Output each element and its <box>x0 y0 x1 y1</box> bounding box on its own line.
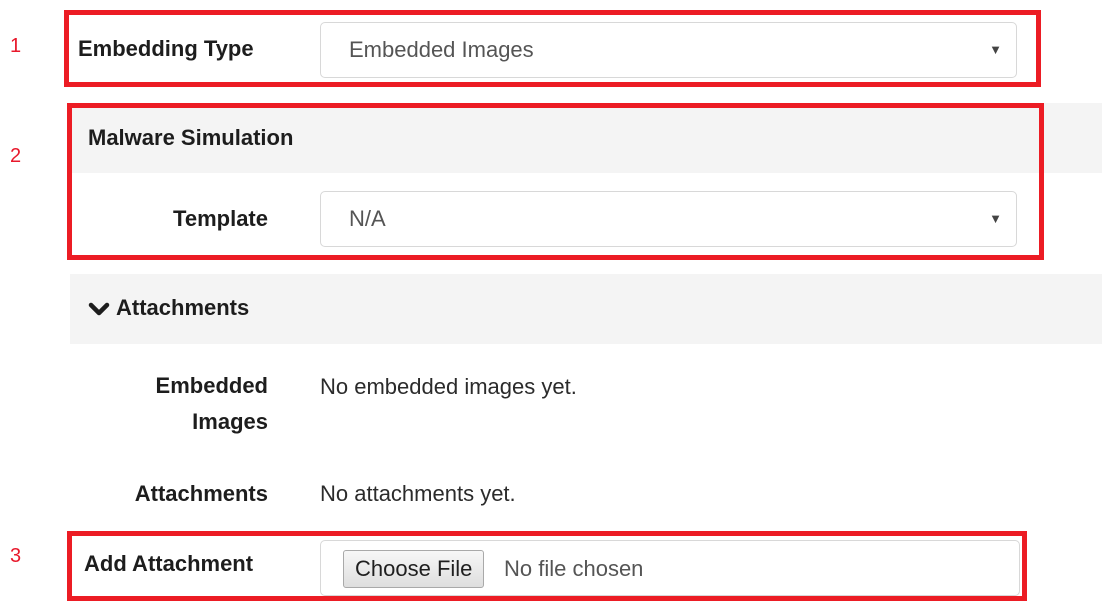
highlight-box-3 <box>67 531 1027 601</box>
highlight-box-2 <box>67 103 1044 260</box>
attachments-toggle[interactable]: Attachments <box>88 293 249 323</box>
step-marker-3: 3 <box>10 545 22 567</box>
attachments-value: No attachments yet. <box>320 481 516 506</box>
highlight-box-1 <box>64 10 1041 87</box>
attachments-label: Attachments <box>134 481 268 506</box>
step-marker-1: 1 <box>10 35 22 57</box>
chevron-down-icon <box>88 302 110 316</box>
email-template-form: 1 2 3 Embedding Type Embedded Images ▼ M… <box>0 0 1102 601</box>
embedded-images-label-line2: Images <box>192 409 268 434</box>
embedded-images-label: Embedded Images <box>100 368 268 440</box>
attachments-section-title: Attachments <box>116 295 250 320</box>
step-marker-2: 2 <box>10 145 22 167</box>
embedded-images-label-line1: Embedded <box>155 373 268 398</box>
embedded-images-value: No embedded images yet. <box>320 374 577 399</box>
